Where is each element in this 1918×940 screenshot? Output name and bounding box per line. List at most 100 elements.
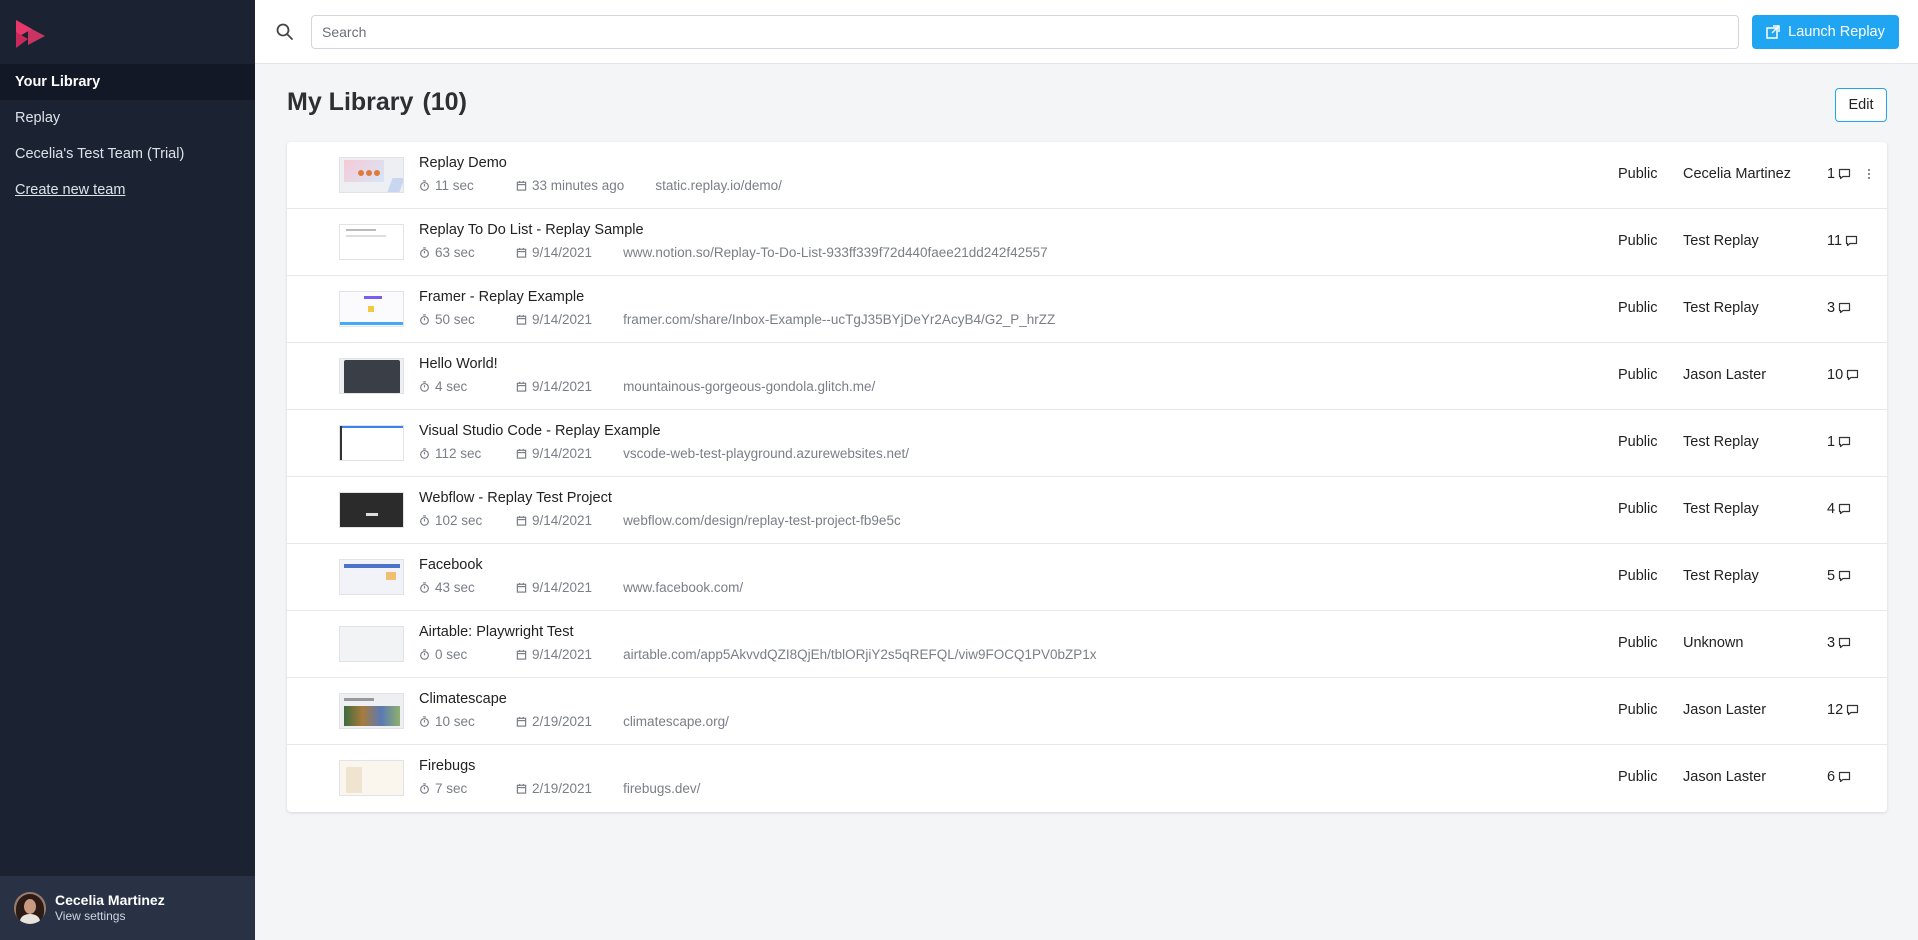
duration-text: 102 sec bbox=[435, 513, 483, 528]
owner-name: Cecelia Martinez bbox=[1683, 166, 1791, 182]
recording-row[interactable]: Replay To Do List - Replay Sample 63 sec 9… bbox=[287, 209, 1887, 276]
comment-icon bbox=[1838, 168, 1851, 180]
recording-thumbnail bbox=[339, 693, 404, 729]
sidebar-item-replay[interactable]: Replay bbox=[0, 100, 255, 136]
user-settings[interactable]: Cecelia Martinez View settings bbox=[0, 876, 255, 940]
recording-url: framer.com/share/Inbox-Example--ucTgJ35B… bbox=[623, 312, 1056, 327]
recording-title[interactable]: Climatescape bbox=[419, 691, 507, 707]
kebab-menu-icon[interactable] bbox=[1865, 164, 1873, 184]
recording-row[interactable]: Replay Demo 11 sec 33 minutes ago static.re… bbox=[287, 142, 1887, 209]
owner-name: Test Replay bbox=[1683, 300, 1759, 316]
calendar-icon bbox=[516, 783, 527, 794]
recording-meta: 43 sec 9/14/2021 www.facebook.com/ bbox=[419, 580, 743, 595]
recording-title[interactable]: Airtable: Playwright Test bbox=[419, 624, 573, 640]
owner-name: Jason Laster bbox=[1683, 702, 1767, 718]
view-settings-link[interactable]: View settings bbox=[55, 909, 165, 924]
duration-text: 50 sec bbox=[435, 312, 475, 327]
recording-title[interactable]: Hello World! bbox=[419, 356, 498, 372]
recording-date: 2/19/2021 bbox=[516, 714, 592, 729]
comment-count: 4 bbox=[1827, 501, 1851, 517]
external-link-icon bbox=[1766, 25, 1780, 39]
calendar-icon bbox=[516, 247, 527, 258]
privacy-label[interactable]: Public bbox=[1618, 702, 1658, 718]
privacy-label[interactable]: Public bbox=[1618, 635, 1658, 651]
date-text: 9/14/2021 bbox=[532, 647, 593, 662]
recording-title[interactable]: Framer - Replay Example bbox=[419, 289, 584, 305]
privacy-label[interactable]: Public bbox=[1618, 769, 1658, 785]
duration-text: 4 sec bbox=[435, 379, 468, 394]
launch-replay-button[interactable]: Launch Replay bbox=[1752, 15, 1899, 49]
privacy-label[interactable]: Public bbox=[1618, 367, 1658, 383]
recording-url: www.notion.so/Replay-To-Do-List-933ff339… bbox=[623, 245, 1048, 260]
recording-date: 9/14/2021 bbox=[516, 647, 592, 662]
recording-meta: 63 sec 9/14/2021 www.notion.so/Replay-To-D… bbox=[419, 245, 1048, 260]
privacy-label[interactable]: Public bbox=[1618, 300, 1658, 316]
date-text: 2/19/2021 bbox=[532, 714, 593, 729]
recording-date: 9/14/2021 bbox=[516, 513, 592, 528]
recording-row[interactable]: Visual Studio Code - Replay Example 112 s… bbox=[287, 410, 1887, 477]
recording-thumbnail bbox=[339, 760, 404, 796]
recording-date: 9/14/2021 bbox=[516, 580, 592, 595]
recording-row[interactable]: Webflow - Replay Test Project 102 sec 9/14… bbox=[287, 477, 1887, 544]
recording-duration: 50 sec bbox=[419, 312, 516, 327]
recording-thumbnail bbox=[339, 626, 404, 662]
owner-name: Unknown bbox=[1683, 635, 1744, 651]
privacy-label[interactable]: Public bbox=[1618, 233, 1658, 249]
comment-icon bbox=[1847, 369, 1859, 381]
timer-icon bbox=[420, 582, 429, 593]
date-text: 9/14/2021 bbox=[532, 312, 593, 327]
recording-title[interactable]: Visual Studio Code - Replay Example bbox=[419, 423, 661, 439]
recording-url: firebugs.dev/ bbox=[623, 781, 701, 796]
recording-date: 9/14/2021 bbox=[516, 245, 592, 260]
replay-logo-icon[interactable] bbox=[14, 18, 46, 50]
sidebar-nav: Your Library Replay Cecelia's Test Team … bbox=[0, 64, 255, 208]
recording-row[interactable]: Framer - Replay Example 50 sec 9/14/2021 fr… bbox=[287, 276, 1887, 343]
date-text: 9/14/2021 bbox=[532, 580, 593, 595]
recording-title[interactable]: Facebook bbox=[419, 557, 483, 573]
privacy-label[interactable]: Public bbox=[1618, 166, 1658, 182]
privacy-label[interactable]: Public bbox=[1618, 568, 1658, 584]
recording-row[interactable]: Hello World! 4 sec 9/14/2021 mountainous-go… bbox=[287, 343, 1887, 410]
comment-icon bbox=[1838, 637, 1851, 649]
recording-row[interactable]: Climatescape 10 sec 2/19/2021 climatescape.… bbox=[287, 678, 1887, 745]
sidebar-item-your-library[interactable]: Your Library bbox=[0, 64, 255, 100]
recording-title[interactable]: Replay To Do List - Replay Sample bbox=[419, 222, 644, 238]
recording-url: webflow.com/design/replay-test-project-f… bbox=[623, 513, 901, 528]
comment-icon bbox=[1838, 302, 1851, 314]
privacy-label[interactable]: Public bbox=[1618, 434, 1658, 450]
owner-name: Test Replay bbox=[1683, 501, 1759, 517]
recording-meta: 112 sec 9/14/2021 vscode-web-test-playgrou… bbox=[419, 446, 909, 461]
recording-title[interactable]: Replay Demo bbox=[419, 155, 507, 171]
recording-title[interactable]: Firebugs bbox=[419, 758, 475, 774]
date-text: 9/14/2021 bbox=[532, 379, 593, 394]
calendar-icon bbox=[516, 649, 527, 660]
recording-thumbnail bbox=[339, 425, 404, 461]
timer-icon bbox=[420, 716, 429, 727]
privacy-label[interactable]: Public bbox=[1618, 501, 1658, 517]
sidebar-item-test-team[interactable]: Cecelia's Test Team (Trial) bbox=[0, 136, 255, 172]
owner-name: Test Replay bbox=[1683, 233, 1759, 249]
duration-text: 63 sec bbox=[435, 245, 475, 260]
comment-count: 11 bbox=[1827, 233, 1858, 249]
comment-count: 5 bbox=[1827, 568, 1851, 584]
recording-row[interactable]: Airtable: Playwright Test 0 sec 9/14/2021 a… bbox=[287, 611, 1887, 678]
recording-meta: 7 sec 2/19/2021 firebugs.dev/ bbox=[419, 781, 700, 796]
comment-count: 3 bbox=[1827, 635, 1851, 651]
search-input[interactable] bbox=[311, 15, 1739, 49]
sidebar-item-create-team[interactable]: Create new team bbox=[0, 172, 255, 208]
edit-button[interactable]: Edit bbox=[1835, 88, 1887, 122]
sidebar: Your Library Replay Cecelia's Test Team … bbox=[0, 0, 255, 940]
comment-count-text: 4 bbox=[1827, 501, 1836, 517]
recording-title[interactable]: Webflow - Replay Test Project bbox=[419, 490, 612, 506]
comment-count: 6 bbox=[1827, 769, 1851, 785]
recording-thumbnail bbox=[339, 224, 404, 260]
timer-icon bbox=[420, 381, 429, 392]
recording-row[interactable]: Firebugs 7 sec 2/19/2021 firebugs.dev/Publi… bbox=[287, 745, 1887, 812]
duration-text: 7 sec bbox=[435, 781, 468, 796]
recording-row[interactable]: Facebook 43 sec 9/14/2021 www.facebook.com/… bbox=[287, 544, 1887, 611]
recording-url: climatescape.org/ bbox=[623, 714, 729, 729]
recording-list: Replay Demo 11 sec 33 minutes ago static.re… bbox=[287, 142, 1887, 812]
recording-duration: 11 sec bbox=[419, 178, 516, 193]
date-text: 9/14/2021 bbox=[532, 446, 593, 461]
comment-count-text: 6 bbox=[1827, 769, 1836, 785]
